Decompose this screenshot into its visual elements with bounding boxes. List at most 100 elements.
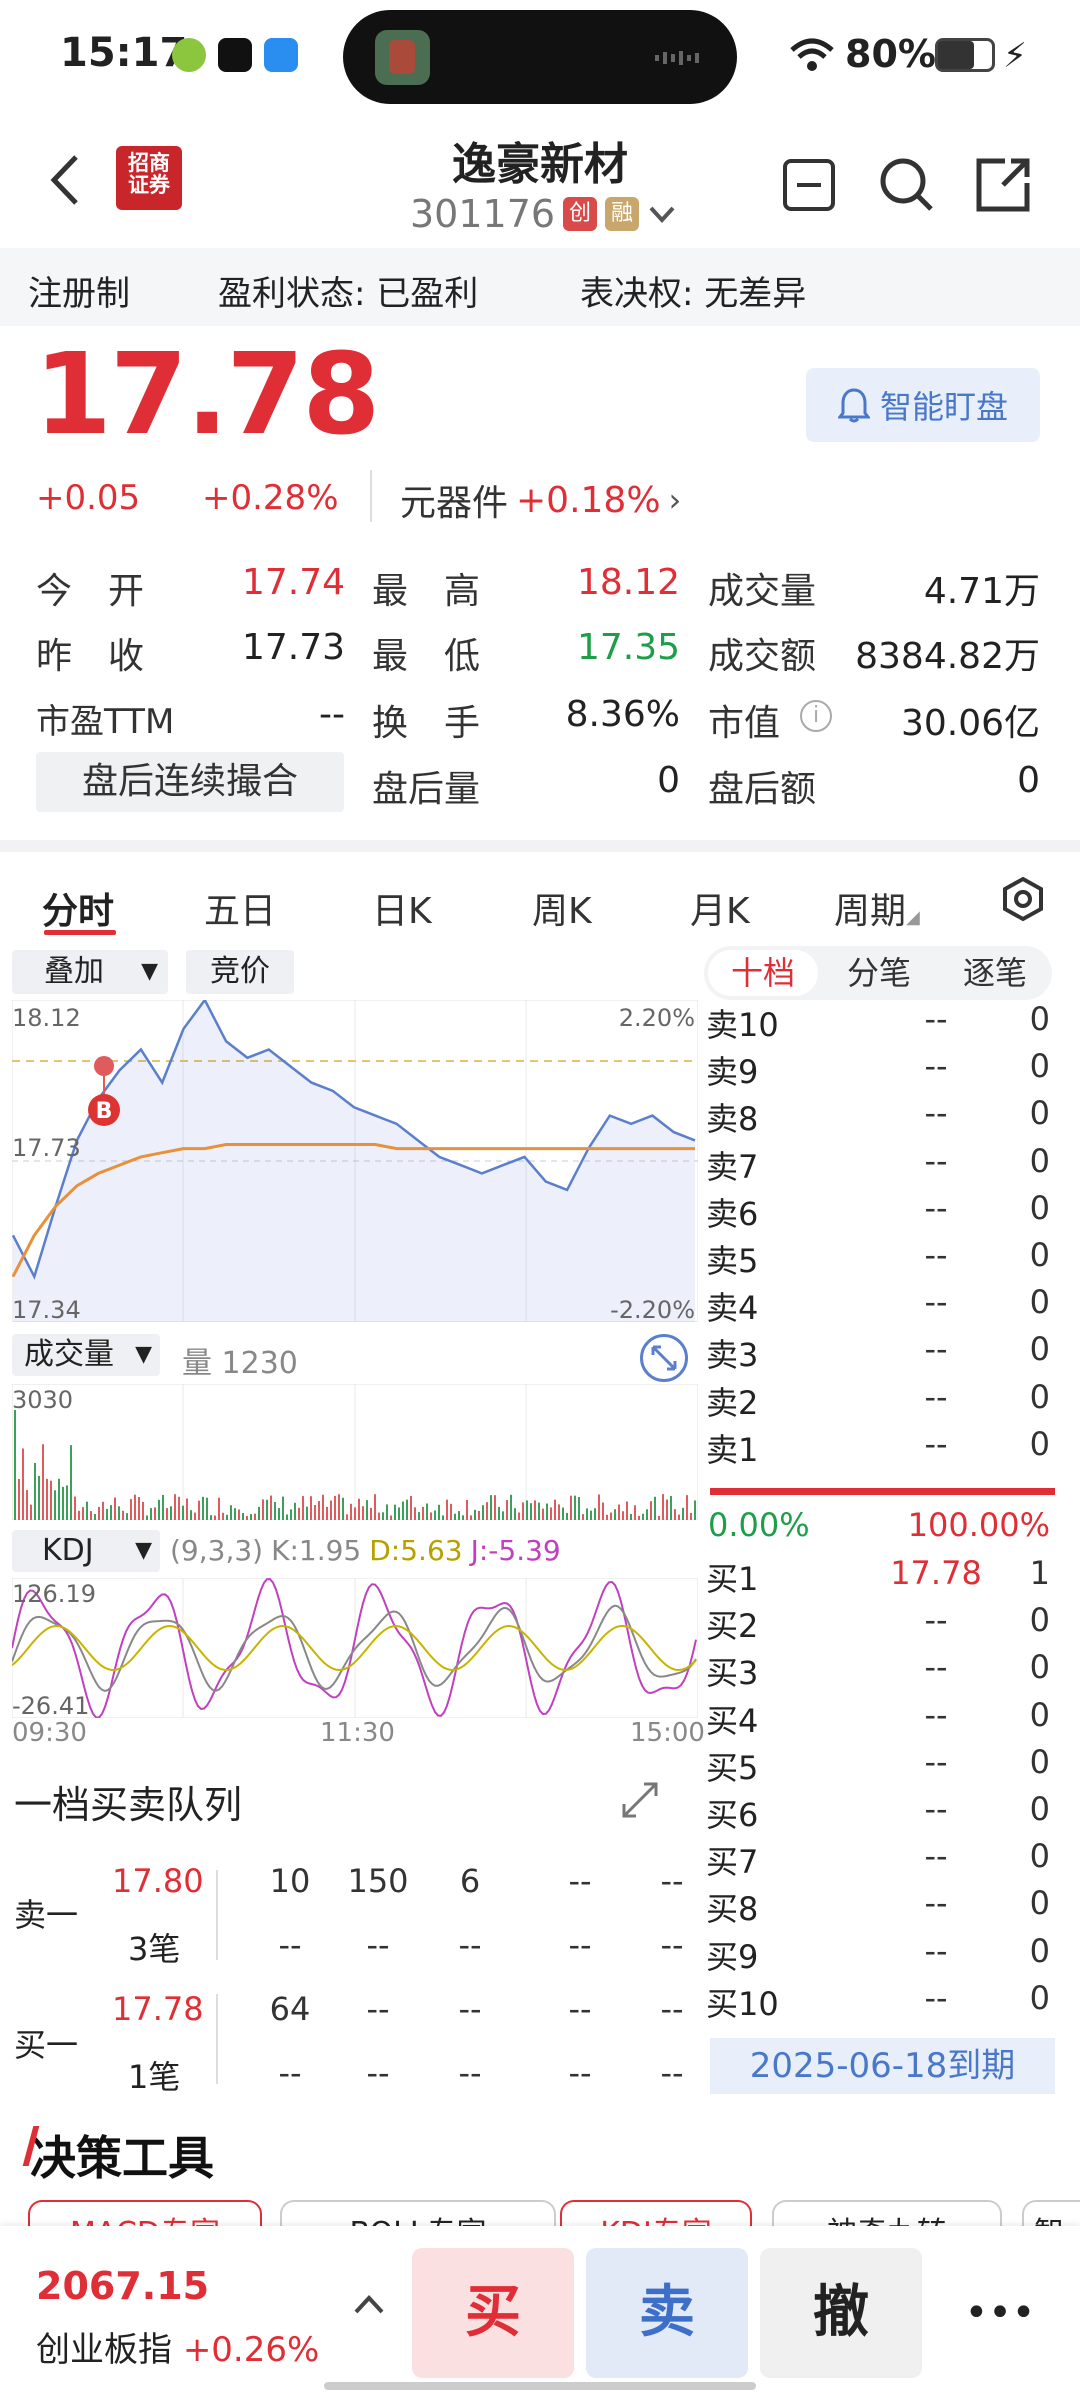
buy-level-row[interactable]: 买5 -- 0 (706, 1743, 1050, 1790)
tab-trade-by-trade[interactable]: 逐笔 (940, 950, 1050, 996)
volume-bar (318, 1501, 320, 1520)
volume-bar (210, 1515, 212, 1520)
more-button[interactable]: ••• (950, 2290, 1050, 2336)
tab-monthly-k[interactable]: 月K (690, 882, 750, 934)
volume-bar (206, 1497, 208, 1520)
sell-level-row[interactable]: 卖3 -- 0 (706, 1330, 1050, 1377)
auction-toggle[interactable]: 竞价 (186, 950, 294, 994)
buy-level-row[interactable]: 买7 -- 0 (706, 1837, 1050, 1884)
volume-bar (454, 1513, 456, 1520)
buy-level-row[interactable]: 买10 -- 0 (706, 1979, 1050, 2026)
expiry-banner[interactable]: 2025-06-18到期 (710, 2038, 1055, 2094)
home-indicator[interactable] (324, 2382, 756, 2390)
volume-bar (462, 1515, 464, 1520)
volume-bar (490, 1495, 492, 1520)
info-icon[interactable]: i (800, 700, 832, 732)
volume-bar (686, 1495, 688, 1520)
volume-bar (70, 1445, 72, 1520)
settings-icon[interactable] (1000, 876, 1046, 926)
low-value: 17.35 (576, 627, 680, 668)
volume-bar (98, 1506, 100, 1520)
smart-watch-button[interactable]: 智能盯盘 (806, 368, 1040, 442)
volume-bar (350, 1503, 352, 1520)
buy-level-row[interactable]: 买4 -- 0 (706, 1696, 1050, 1743)
buy-level-row[interactable]: 买6 -- 0 (706, 1790, 1050, 1837)
cancel-button[interactable]: 撤 (760, 2248, 922, 2378)
volume-bar (242, 1512, 244, 1520)
media-thumbnail[interactable] (375, 30, 430, 85)
kdj-dropdown[interactable]: KDJ ▼ (12, 1530, 160, 1572)
buy-level-row[interactable]: 买2 -- 0 (706, 1601, 1050, 1648)
volume-bar (602, 1502, 604, 1520)
level-qty: 0 (1029, 1330, 1050, 1369)
sell-level-row[interactable]: 卖8 -- 0 (706, 1094, 1050, 1141)
level-name: 卖6 (706, 1194, 759, 1233)
level-qty: 0 (1029, 1931, 1050, 1970)
tag-chuang: 创 (563, 197, 598, 231)
sell-level-row[interactable]: 卖4 -- 0 (706, 1283, 1050, 1330)
search-icon[interactable] (877, 155, 937, 219)
share-icon[interactable] (973, 155, 1033, 219)
volume-bar (526, 1500, 528, 1520)
queue-cell: -- (458, 1990, 482, 2028)
volume-bar (166, 1508, 168, 1520)
volume-bar (522, 1502, 524, 1520)
sell-level-row[interactable]: 卖6 -- 0 (706, 1189, 1050, 1236)
volume-bar (314, 1505, 316, 1520)
sell-level-row[interactable]: 卖2 -- 0 (706, 1378, 1050, 1425)
sell-level-row[interactable]: 卖10 -- 0 (706, 1000, 1050, 1047)
queue-cell: -- (660, 1862, 684, 1900)
volume-bar (598, 1494, 600, 1520)
sell-level-row[interactable]: 卖9 -- 0 (706, 1047, 1050, 1094)
queue-cell: -- (568, 1926, 592, 1964)
volume-bar (678, 1514, 680, 1520)
tab-daily-k[interactable]: 日K (372, 882, 432, 934)
volume-bar (30, 1504, 32, 1520)
buy-button[interactable]: 买 (412, 2248, 574, 2378)
tab-intraday[interactable]: 分时 (42, 882, 114, 934)
volume-bar (578, 1496, 580, 1520)
overlay-dropdown[interactable]: 叠加 ▼ (12, 950, 168, 994)
volume-bar (374, 1494, 376, 1520)
tab-ten-levels[interactable]: 十档 (708, 950, 818, 996)
buy-level-row[interactable]: 买1 17.78 1 (706, 1554, 1050, 1601)
buy-level-row[interactable]: 买8 -- 0 (706, 1884, 1050, 1931)
level-name: 买4 (706, 1701, 759, 1740)
chevron-up-icon[interactable] (352, 2292, 386, 2320)
sell-button[interactable]: 卖 (586, 2248, 748, 2378)
sell-ratio: 100.00% (907, 1506, 1050, 1544)
minimize-icon[interactable] (783, 159, 835, 211)
volume-dropdown[interactable]: 成交量 ▼ (12, 1334, 160, 1376)
volume-bar (182, 1505, 184, 1520)
mcap-label: 市值 (708, 703, 781, 744)
tab-weekly-k[interactable]: 周K (532, 882, 592, 934)
volume-bar (590, 1510, 592, 1520)
volume-bar (498, 1506, 500, 1520)
volume-bar (442, 1515, 444, 1520)
sector-link[interactable]: 元器件 +0.18% › (400, 474, 681, 526)
volume-chart: 3030 (12, 1384, 698, 1520)
intraday-price-chart[interactable]: B 18.12 17.73 17.34 2.20% -2.20% (12, 1000, 698, 1322)
divider (216, 1994, 218, 2084)
level-name: 卖9 (706, 1053, 759, 1092)
fullscreen-icon[interactable] (640, 1334, 688, 1382)
expand-icon[interactable] (618, 1778, 662, 1826)
high-label: 最 高 (372, 571, 481, 612)
sell-level-row[interactable]: 卖1 -- 0 (706, 1425, 1050, 1472)
level-name: 卖5 (706, 1242, 759, 1280)
volume-bar (566, 1512, 568, 1520)
after-hours-button[interactable]: 盘后连续撮合 (36, 752, 344, 812)
index-row[interactable]: 创业板指 +0.26% (36, 2322, 319, 2371)
volume-bar (50, 1480, 52, 1520)
tab-ticks[interactable]: 分笔 (824, 950, 934, 996)
time-mid: 11:30 (320, 1718, 395, 1748)
tab-period[interactable]: 周期◢ (834, 882, 920, 934)
charging-icon: ⚡ (1003, 36, 1027, 76)
stock-code-row[interactable]: 301176 创 融 (410, 192, 677, 236)
buy-level-row[interactable]: 买9 -- 0 (706, 1932, 1050, 1979)
sell-level-row[interactable]: 卖7 -- 0 (706, 1142, 1050, 1189)
buy-level-row[interactable]: 买3 -- 0 (706, 1648, 1050, 1695)
sell-level-row[interactable]: 卖5 -- 0 (706, 1236, 1050, 1283)
tab-five-day[interactable]: 五日 (204, 882, 276, 934)
volume-bar (154, 1507, 156, 1520)
